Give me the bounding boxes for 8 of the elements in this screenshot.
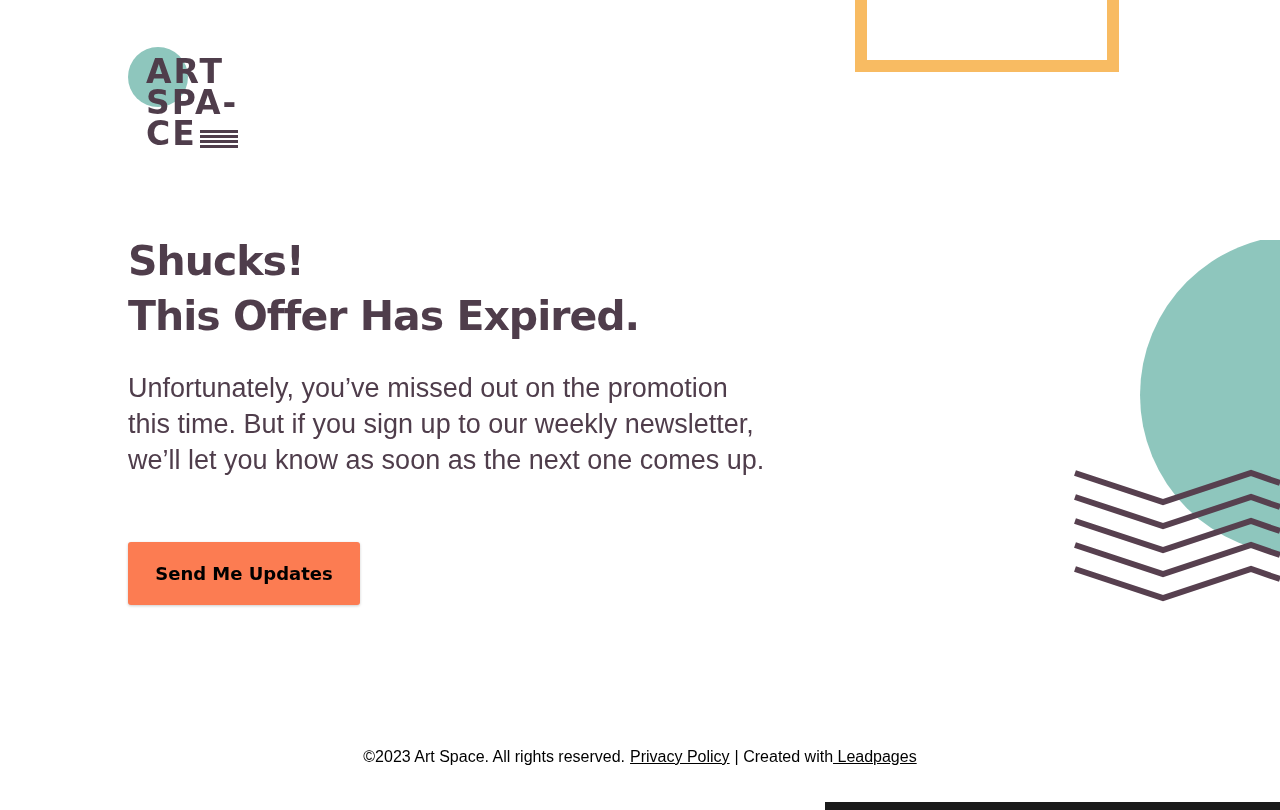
copyright-text: ©2023 Art Space. All rights reserved. xyxy=(363,747,626,767)
heading: This Offer Has Expired. xyxy=(128,291,641,342)
send-updates-button[interactable]: Send Me Updates xyxy=(128,542,360,605)
leadpages-link[interactable]: Leadpages xyxy=(833,747,917,767)
heading: Shucks! xyxy=(128,236,305,287)
created-with-text: | Created with xyxy=(734,747,834,767)
privacy-policy-link[interactable]: Privacy Policy xyxy=(630,747,730,767)
message-text: Unfortunately, you’ve missed out on the promotion this time. But if you sign up to our weekly newsletter, we’ll let you know as soon as the next one comes up. xyxy=(128,372,766,477)
